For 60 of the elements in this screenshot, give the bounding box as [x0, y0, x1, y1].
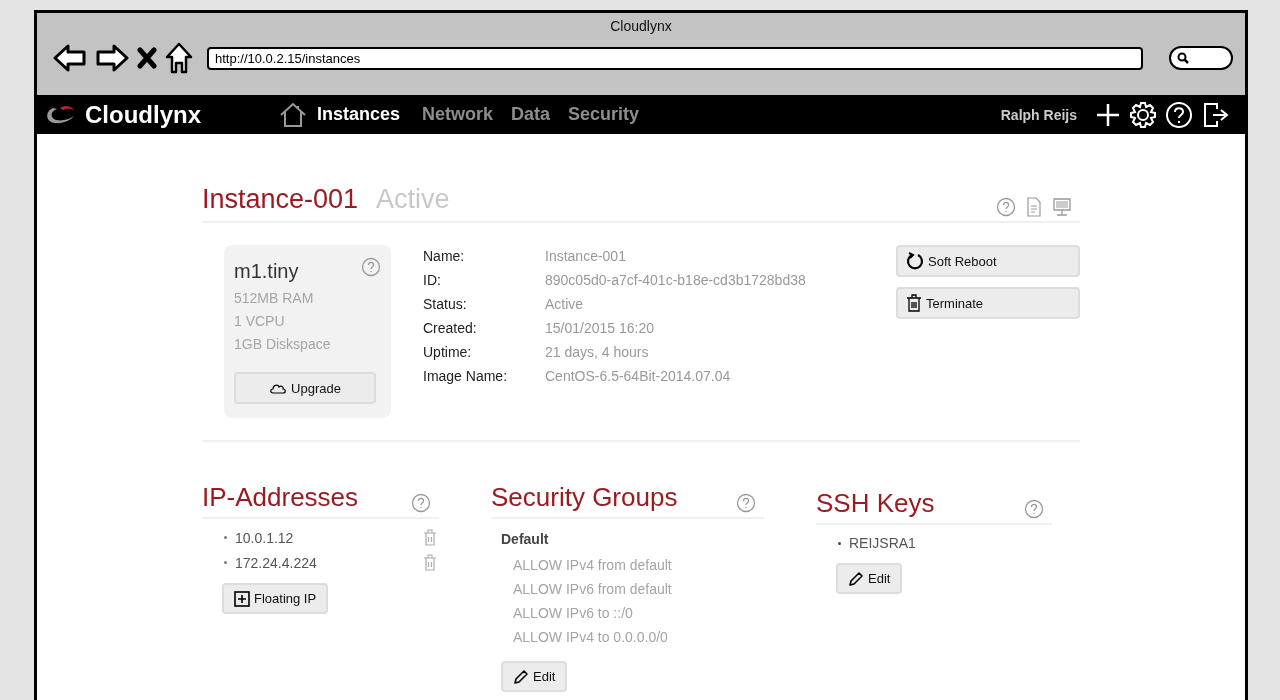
detail-label: Created: [423, 320, 478, 336]
security-rule: ALLOW IPv6 from default [513, 580, 673, 598]
terminate-button[interactable]: Terminate [896, 287, 1080, 319]
section-title: Security Groups [491, 482, 678, 513]
back-icon[interactable] [53, 43, 87, 73]
nav-tab[interactable]: Data [511, 104, 551, 125]
nav-tab[interactable]: Network [422, 104, 494, 125]
window-title: Cloudlynx [610, 18, 672, 34]
pencil-icon [513, 668, 529, 685]
ip-address: 172.24.4.224 [235, 554, 318, 571]
forward-icon[interactable] [95, 43, 129, 73]
detail-label: Status: [423, 296, 468, 312]
trash-icon [906, 294, 922, 312]
detail-value: Instance-001 [545, 248, 627, 264]
refresh-icon [906, 252, 924, 270]
exit-icon[interactable] [1201, 100, 1231, 129]
detail-value: 890c05d0-a7cf-401c-b18e-cd3b1728bd38 [545, 272, 806, 288]
section-title: SSH Keys [816, 488, 935, 519]
bullet-icon [224, 561, 227, 564]
security-rule: ALLOW IPv6 to ::/0 [513, 604, 634, 622]
flavor-spec: 1 VCPU [234, 313, 286, 329]
search-field[interactable] [1169, 46, 1233, 70]
bullet-icon [224, 536, 227, 539]
close-icon[interactable] [137, 47, 157, 69]
detail-value: 15/01/2015 16:20 [545, 320, 655, 336]
bullet-icon [838, 541, 841, 545]
upgrade-button[interactable]: Upgrade [234, 372, 376, 404]
detail-label: ID: [423, 272, 442, 288]
detail-value: 21 days, 4 hours [545, 344, 650, 360]
user-name[interactable]: Ralph Reijs [1000, 106, 1077, 123]
edit-button[interactable]: Edit [501, 661, 568, 692]
security-rule: ALLOW IPv4 from default [513, 556, 673, 574]
ip-address: 10.0.1.12 [235, 529, 295, 546]
detail-label: Uptime: [423, 344, 473, 360]
search-icon [1177, 52, 1189, 64]
home-icon[interactable] [165, 42, 193, 74]
security-rule: ALLOW IPv4 to 0.0.0.0/0 [513, 628, 669, 646]
flavor-name: m1.tiny [234, 260, 299, 283]
nav-tab[interactable]: Security [568, 104, 640, 125]
settings-icon[interactable] [1129, 100, 1157, 129]
edit-button[interactable]: Edit [836, 563, 903, 594]
flavor-spec: 1GB Diskspace [234, 336, 332, 352]
address-field[interactable]: http://10.0.2.15/instances [207, 46, 1143, 70]
detail-value: Active [545, 296, 585, 312]
group-name: Default [501, 531, 550, 547]
pencil-icon [848, 570, 864, 587]
section-title: IP-Addresses [202, 482, 359, 513]
detail-label: Name: [423, 248, 466, 264]
detail-label: Image Name: [423, 368, 509, 384]
brand-name[interactable]: Cloudlynx [85, 100, 201, 129]
plus-icon[interactable] [1095, 101, 1121, 128]
detail-value: CentOS-6.5-64Bit-2014.07.04 [545, 368, 732, 384]
ssh-key: REIJSRA1 [849, 535, 1052, 551]
nav-tab[interactable]: Instances [317, 104, 401, 125]
floating-ip-button[interactable]: Floating IP [222, 583, 329, 614]
cloud-icon [269, 382, 288, 394]
soft-reboot-button[interactable]: Soft Reboot [896, 245, 1080, 277]
add-icon [234, 590, 250, 607]
instance-name: Instance-001 [202, 184, 359, 215]
flavor-spec: 512MB RAM [234, 290, 315, 306]
